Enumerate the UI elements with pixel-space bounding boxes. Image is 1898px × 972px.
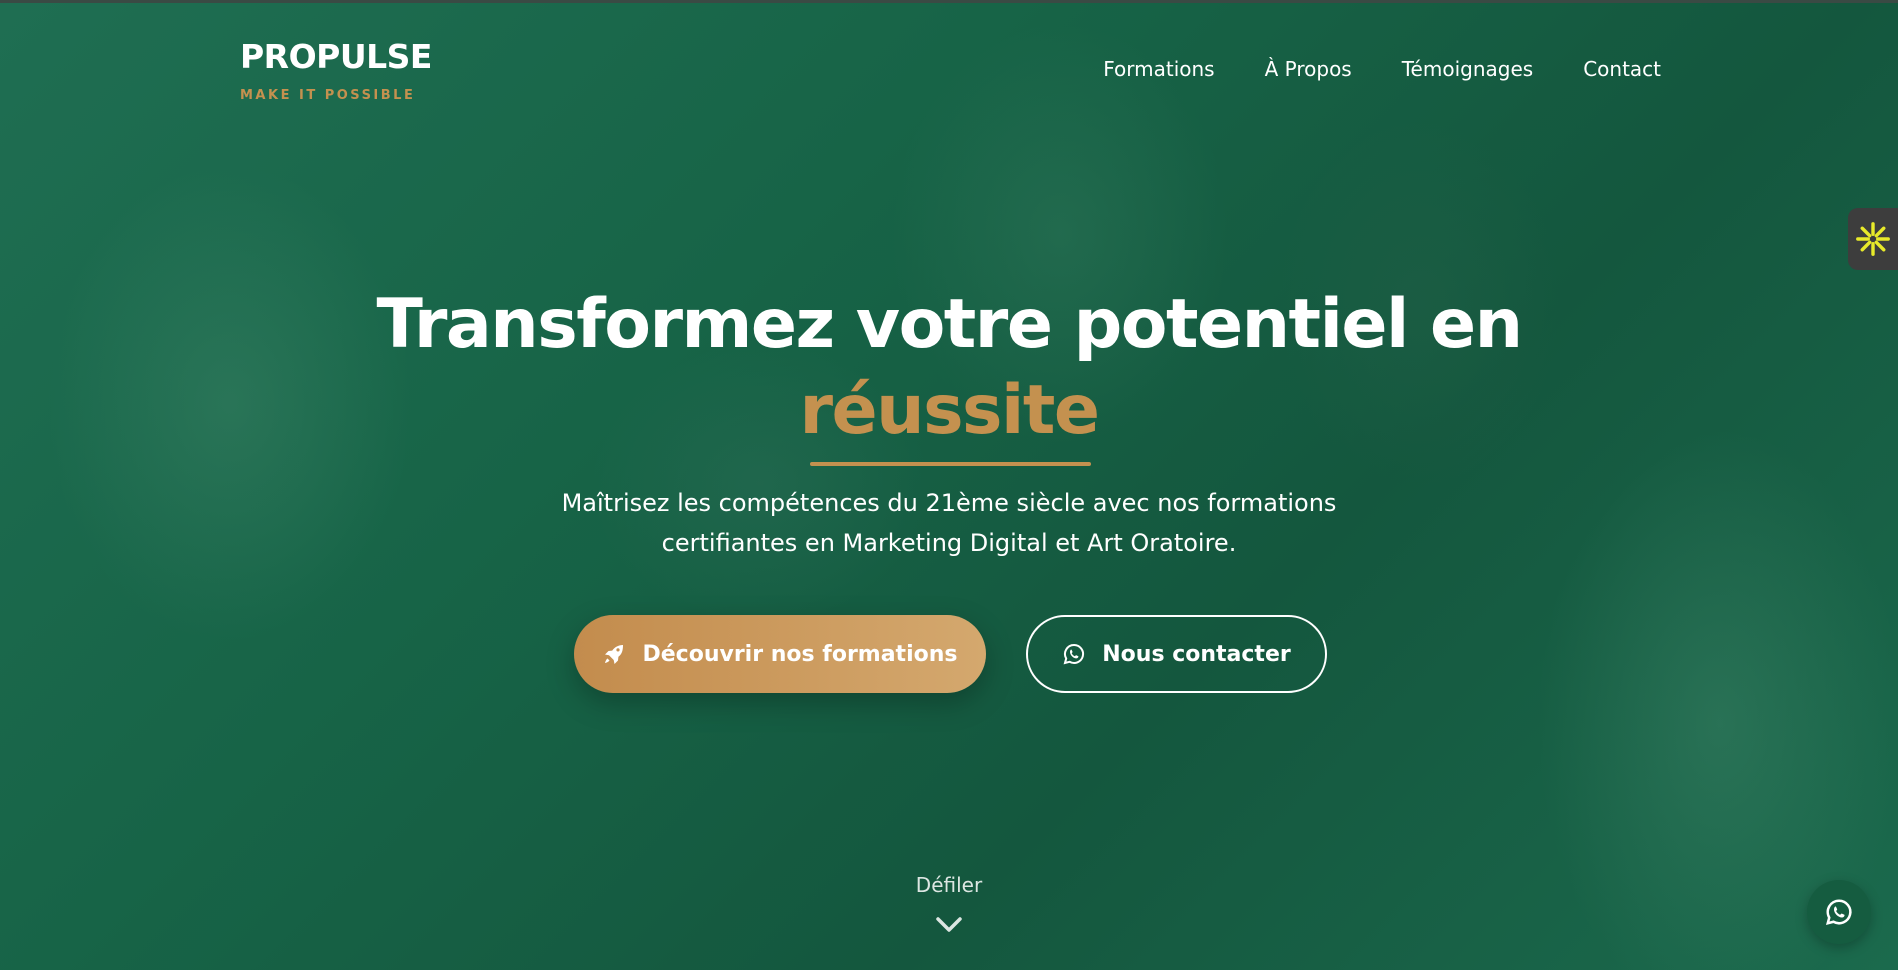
logo-tagline: MAKE IT POSSIBLE (240, 88, 416, 103)
whatsapp-icon (1825, 899, 1852, 926)
hero-headline-highlight: réussite (799, 371, 1100, 450)
rocket-icon (605, 645, 624, 664)
discover-formations-button[interactable]: Découvrir nos formations (574, 615, 986, 693)
sparkle-icon (1856, 222, 1890, 256)
nav-item-contact[interactable]: Contact (1583, 57, 1661, 81)
hero-subtitle-line2: certifiantes en Marketing Digital et Art… (661, 529, 1237, 557)
discover-formations-label: Découvrir nos formations (642, 641, 958, 667)
chevron-down-icon[interactable] (934, 913, 964, 935)
highlight-underline (810, 462, 1091, 466)
scroll-label[interactable]: Défiler (0, 873, 1898, 897)
contact-us-label: Nous contacter (1102, 641, 1291, 667)
floating-whatsapp-button[interactable] (1807, 880, 1871, 944)
hero-subtitle: Maîtrisez les compétences du 21ème siècl… (0, 483, 1898, 563)
nav-item-formations[interactable]: Formations (1103, 57, 1214, 81)
hero-headline: Transformez votre potentiel en (376, 285, 1523, 364)
hero-subtitle-line1: Maîtrisez les compétences du 21ème siècl… (561, 489, 1337, 517)
whatsapp-icon (1063, 643, 1085, 665)
nav-item-temoignages[interactable]: Témoignages (1402, 57, 1533, 81)
logo[interactable]: PROPULSE MAKE IT POSSIBLE (240, 37, 432, 103)
logo-name: PROPULSE (240, 37, 432, 76)
hero-section: PROPULSE MAKE IT POSSIBLE Formations À P… (0, 0, 1898, 970)
contact-us-button[interactable]: Nous contacter (1026, 615, 1327, 693)
main-nav: Formations À Propos Témoignages Contact (1103, 57, 1661, 81)
nav-item-a-propos[interactable]: À Propos (1265, 57, 1352, 81)
side-widget[interactable] (1848, 208, 1898, 270)
